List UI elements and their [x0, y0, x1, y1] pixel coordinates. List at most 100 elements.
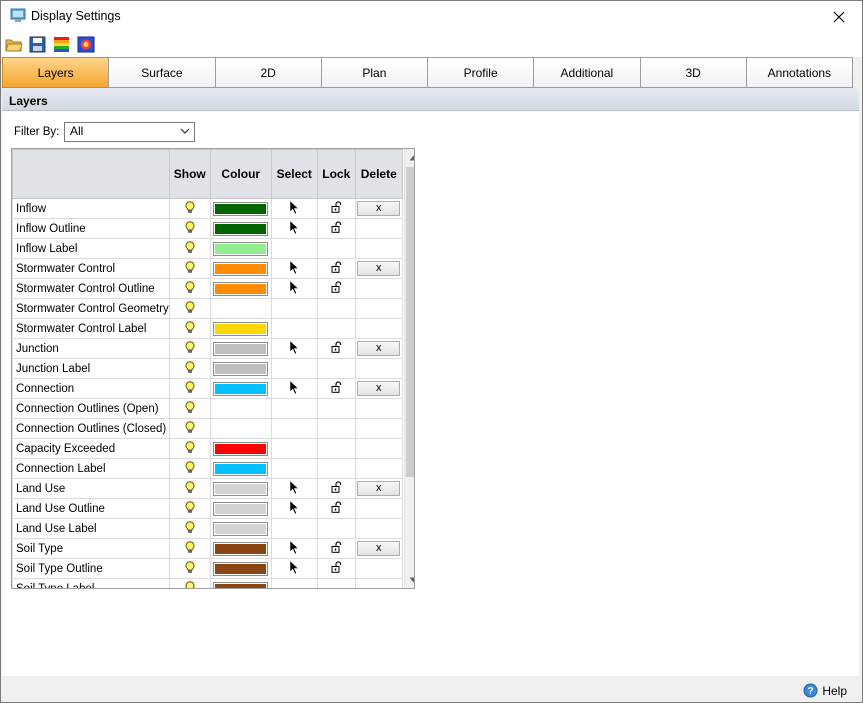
delete-button[interactable]: x: [357, 541, 401, 556]
colour-swatch[interactable]: [213, 461, 269, 476]
scrollbar-thumb[interactable]: [406, 167, 414, 477]
show-toggle[interactable]: [168, 418, 211, 439]
delete-button[interactable]: x: [357, 261, 401, 276]
show-toggle[interactable]: [168, 218, 211, 239]
show-toggle[interactable]: [168, 318, 211, 339]
select-toggle[interactable]: [270, 378, 318, 399]
delete-button[interactable]: x: [357, 381, 401, 396]
show-toggle[interactable]: [168, 378, 211, 399]
table-row[interactable]: Junction Label: [12, 358, 403, 379]
table-row[interactable]: Land Use x: [12, 478, 403, 499]
table-row[interactable]: Land Use Label: [12, 518, 403, 539]
show-toggle[interactable]: [168, 558, 211, 579]
tab-surface[interactable]: Surface: [108, 57, 216, 88]
colour-swatch[interactable]: [213, 501, 269, 516]
colour-cell[interactable]: [209, 278, 272, 299]
delete-button[interactable]: x: [357, 481, 401, 496]
lock-toggle[interactable]: [316, 498, 356, 519]
table-row[interactable]: Capacity Exceeded: [12, 438, 403, 459]
colour-swatch[interactable]: [213, 341, 269, 356]
vertical-scrollbar[interactable]: [404, 149, 414, 588]
colour-cell[interactable]: [209, 378, 272, 399]
show-toggle[interactable]: [168, 478, 211, 499]
colour-swatch[interactable]: [213, 241, 269, 256]
table-row[interactable]: Stormwater Control Outline: [12, 278, 403, 299]
show-toggle[interactable]: [168, 458, 211, 479]
open-button[interactable]: [5, 36, 23, 53]
colour-cell[interactable]: [209, 238, 272, 259]
table-row[interactable]: Stormwater Control x: [12, 258, 403, 279]
lock-toggle[interactable]: [316, 378, 356, 399]
select-toggle[interactable]: [270, 278, 318, 299]
table-row[interactable]: Connection Outlines (Closed): [12, 418, 403, 439]
select-toggle[interactable]: [270, 258, 318, 279]
show-toggle[interactable]: [168, 578, 211, 588]
colour-swatch[interactable]: [213, 581, 269, 588]
show-toggle[interactable]: [168, 238, 211, 259]
colour-cell[interactable]: [209, 338, 272, 359]
colour-cell[interactable]: [209, 458, 272, 479]
tab-plan[interactable]: Plan: [320, 57, 428, 88]
lock-toggle[interactable]: [316, 218, 356, 239]
show-toggle[interactable]: [168, 198, 211, 219]
colour-cell[interactable]: [209, 518, 272, 539]
select-toggle[interactable]: [270, 538, 318, 559]
tab-2d[interactable]: 2D: [214, 57, 322, 88]
show-toggle[interactable]: [168, 338, 211, 359]
table-row[interactable]: Inflow Label: [12, 238, 403, 259]
colour-cell[interactable]: [209, 538, 272, 559]
colour-swatch[interactable]: [213, 361, 269, 376]
table-row[interactable]: Soil Type x: [12, 538, 403, 559]
lock-toggle[interactable]: [316, 478, 356, 499]
delete-button[interactable]: x: [357, 341, 401, 356]
lock-toggle[interactable]: [316, 538, 356, 559]
colour-swatch[interactable]: [213, 481, 269, 496]
table-row[interactable]: Connection Outlines (Open): [12, 398, 403, 419]
table-row[interactable]: Soil Type Label: [12, 578, 403, 588]
colour-cell[interactable]: [209, 198, 272, 219]
select-toggle[interactable]: [270, 558, 318, 579]
table-row[interactable]: Inflow x: [12, 198, 403, 219]
scroll-up-button[interactable]: [405, 149, 414, 166]
table-row[interactable]: Connection Label: [12, 458, 403, 479]
tab-additional[interactable]: Additional: [533, 57, 641, 88]
colour-swatch[interactable]: [213, 441, 269, 456]
table-row[interactable]: Stormwater Control Geometry: [12, 298, 403, 319]
colour-swatch[interactable]: [213, 541, 269, 556]
delete-button[interactable]: x: [357, 201, 401, 216]
lock-toggle[interactable]: [316, 338, 356, 359]
show-toggle[interactable]: [168, 258, 211, 279]
help-button[interactable]: ? Help: [803, 683, 847, 698]
colour-swatch[interactable]: [213, 201, 269, 216]
tab-profile[interactable]: Profile: [427, 57, 535, 88]
colour-swatch[interactable]: [213, 261, 269, 276]
show-toggle[interactable]: [168, 358, 211, 379]
lock-toggle[interactable]: [316, 198, 356, 219]
tab-layers[interactable]: Layers: [2, 57, 110, 88]
show-toggle[interactable]: [168, 538, 211, 559]
save-button[interactable]: [29, 36, 47, 53]
show-toggle[interactable]: [168, 438, 211, 459]
colour-cell[interactable]: [209, 318, 272, 339]
table-row[interactable]: Stormwater Control Label: [12, 318, 403, 339]
table-row[interactable]: Land Use Outline: [12, 498, 403, 519]
tab-annotations[interactable]: Annotations: [745, 57, 853, 88]
colour-cell[interactable]: [209, 578, 272, 588]
colour-cell[interactable]: [209, 498, 272, 519]
select-toggle[interactable]: [270, 198, 318, 219]
show-toggle[interactable]: [168, 398, 211, 419]
lock-toggle[interactable]: [316, 258, 356, 279]
show-toggle[interactable]: [168, 278, 211, 299]
select-toggle[interactable]: [270, 218, 318, 239]
colour-cell[interactable]: [209, 478, 272, 499]
select-toggle[interactable]: [270, 338, 318, 359]
colour-swatch[interactable]: [213, 561, 269, 576]
show-toggle[interactable]: [168, 498, 211, 519]
table-row[interactable]: Soil Type Outline: [12, 558, 403, 579]
colour-swatch[interactable]: [213, 321, 269, 336]
theme-button[interactable]: [77, 36, 95, 53]
select-toggle[interactable]: [270, 478, 318, 499]
table-row[interactable]: Junction x: [12, 338, 403, 359]
show-toggle[interactable]: [168, 298, 211, 319]
select-toggle[interactable]: [270, 498, 318, 519]
